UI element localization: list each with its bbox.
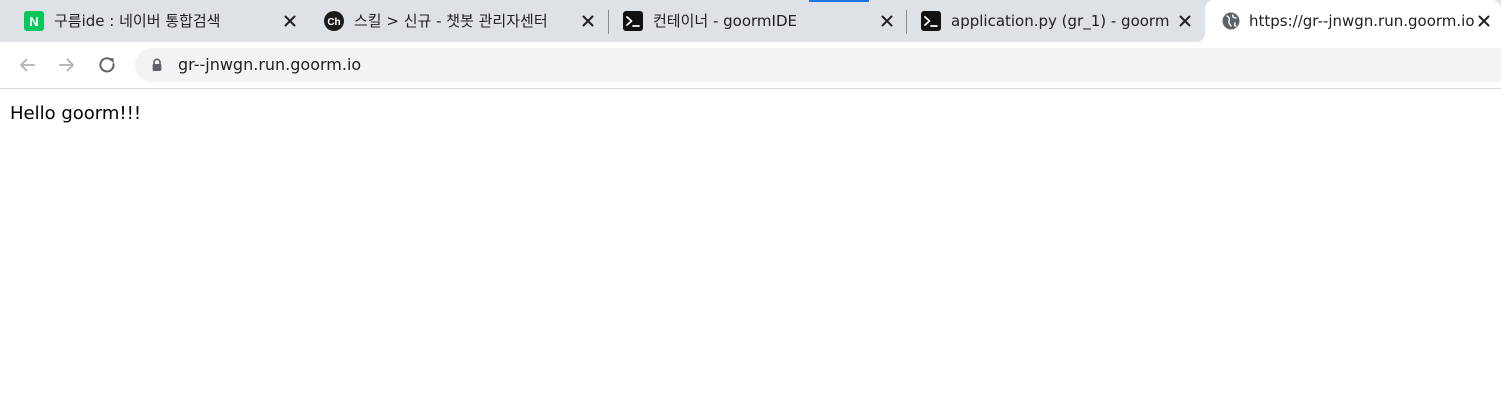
tab-title: 구름ide : 네이버 통합검색 xyxy=(54,12,221,30)
tab-application-py[interactable]: application.py (gr_1) - goormIDE xyxy=(907,0,1205,42)
channel-letters: Ch xyxy=(327,17,340,28)
tab-run-goorm[interactable]: https://gr--jnwgn.run.goorm.io xyxy=(1205,0,1501,42)
hello-text: Hello goorm!!! xyxy=(10,103,142,124)
globe-icon xyxy=(1222,12,1240,30)
tab-corner xyxy=(1196,33,1205,42)
lock-icon[interactable] xyxy=(150,58,164,72)
tab-title: 컨테이너 - goormIDE xyxy=(653,12,797,30)
close-tab-icon[interactable] xyxy=(579,12,597,30)
url-text[interactable]: gr--jnwgn.run.goorm.io xyxy=(178,55,361,75)
address-bar[interactable]: gr--jnwgn.run.goorm.io xyxy=(135,48,1501,82)
tab-title: 스킬 > 신규 - 챗봇 관리자센터 xyxy=(354,12,548,30)
tab-title: application.py (gr_1) - goormIDE xyxy=(951,12,1169,30)
close-tab-icon[interactable] xyxy=(1176,12,1194,30)
tab-title: https://gr--jnwgn.run.goorm.io xyxy=(1249,12,1475,30)
loading-indicator xyxy=(809,0,869,2)
tab-container-goormide[interactable]: 컨테이너 - goormIDE xyxy=(609,0,907,42)
terminal-icon xyxy=(623,11,643,31)
terminal-icon xyxy=(921,11,941,31)
close-tab-icon[interactable] xyxy=(1475,12,1493,30)
tab-chatbot-admin[interactable]: Ch 스킬 > 신규 - 챗봇 관리자센터 xyxy=(310,0,608,42)
channel-icon: Ch xyxy=(324,11,344,31)
close-tab-icon[interactable] xyxy=(281,12,299,30)
close-tab-icon[interactable] xyxy=(878,12,896,30)
browser-toolbar: gr--jnwgn.run.goorm.io xyxy=(0,42,1501,88)
naver-letter: N xyxy=(29,14,38,29)
back-arrow-icon[interactable] xyxy=(14,52,40,78)
page-content: Hello goorm!!! xyxy=(0,89,1501,405)
tab-strip: N 구름ide : 네이버 통합검색 Ch 스킬 > 신규 - 챗봇 관리자센터… xyxy=(0,0,1501,42)
tab-naver-search[interactable]: N 구름ide : 네이버 통합검색 xyxy=(10,0,310,42)
forward-arrow-icon[interactable] xyxy=(54,52,80,78)
reload-icon[interactable] xyxy=(94,52,120,78)
naver-icon: N xyxy=(24,11,44,31)
